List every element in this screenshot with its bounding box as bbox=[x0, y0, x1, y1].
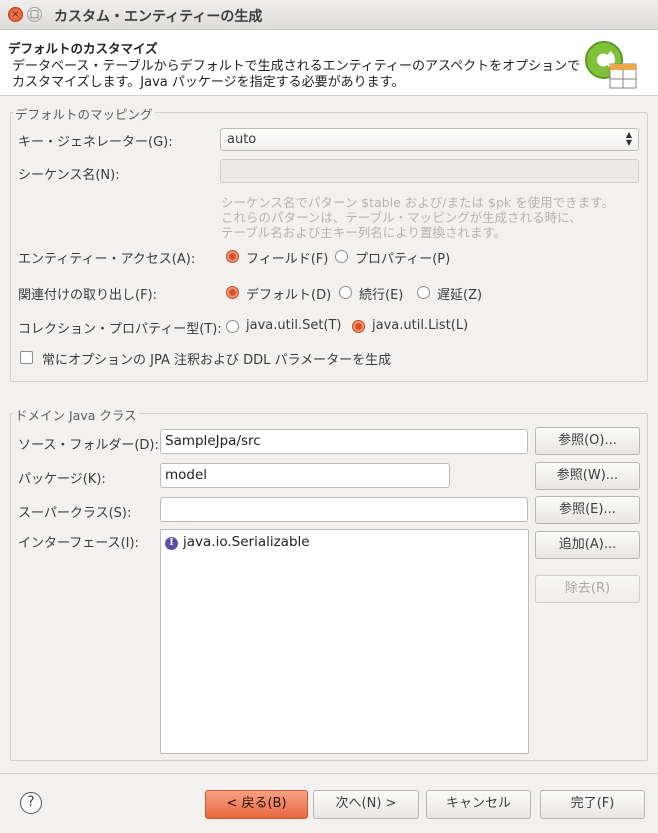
title-bar: × □ カスタム・エンティティーの生成 bbox=[0, 0, 658, 30]
banner-description: データベース・テーブルからデフォルトで生成されるエンティティーのアスペクトをオプ… bbox=[12, 59, 581, 90]
interfaces-list[interactable]: Ijava.io.Serializable bbox=[160, 529, 529, 754]
wizard-banner: デフォルトのカスタマイズ データベース・テーブルからデフォルトで生成されるエンテ… bbox=[0, 30, 658, 96]
source-folder-input[interactable]: SampleJpa/src bbox=[160, 429, 528, 454]
interface-name: java.io.Serializable bbox=[183, 534, 310, 550]
package-label: パッケージ(K): bbox=[18, 472, 106, 487]
close-window-button[interactable]: × bbox=[8, 7, 23, 22]
cancel-button[interactable]: キャンセル bbox=[426, 790, 531, 819]
default-mapping-group-label: デフォルトのマッピング bbox=[13, 104, 155, 123]
generate-optional-annotations-label: 常にオプションの JPA 注釈および DDL パラメーターを生成 bbox=[42, 353, 392, 368]
entity-access-field-label: フィールド(F) bbox=[246, 252, 329, 267]
footer-separator bbox=[0, 773, 658, 774]
interfaces-label: インターフェース(I): bbox=[18, 536, 139, 551]
list-item[interactable]: Ijava.io.Serializable bbox=[165, 534, 310, 550]
select-arrows-icon: ▲ ▼ bbox=[625, 130, 632, 147]
sequence-name-label: シーケンス名(N): bbox=[18, 168, 120, 183]
banner-title: デフォルトのカスタマイズ bbox=[8, 41, 158, 56]
sequence-hint-line-3: テーブル名および主キー列名により置換されます。 bbox=[221, 225, 507, 240]
entity-access-field-radio[interactable] bbox=[226, 250, 239, 263]
fetch-default-label: デフォルト(D) bbox=[246, 288, 332, 303]
entity-access-property-radio[interactable] bbox=[335, 250, 348, 263]
next-button[interactable]: 次へ(N) > bbox=[313, 790, 419, 819]
source-folder-browse-button[interactable]: 参照(O)... bbox=[535, 427, 640, 455]
collection-set-radio[interactable] bbox=[226, 320, 239, 333]
domain-java-class-group-label: ドメイン Java クラス bbox=[13, 405, 139, 424]
key-generator-value: auto bbox=[227, 132, 257, 147]
remove-interface-button[interactable]: 除去(R) bbox=[535, 575, 640, 603]
add-interface-button[interactable]: 追加(A)... bbox=[535, 531, 640, 559]
collection-list-radio[interactable] bbox=[352, 320, 365, 333]
collection-type-label: コレクション・プロパティー型(T): bbox=[18, 322, 222, 337]
window-title: カスタム・エンティティーの生成 bbox=[54, 9, 263, 25]
help-icon[interactable]: ? bbox=[20, 792, 42, 814]
fetch-eager-label: 続行(E) bbox=[359, 288, 404, 303]
sequence-name-input[interactable] bbox=[220, 159, 639, 183]
entity-access-label: エンティティー・アクセス(A): bbox=[18, 252, 196, 267]
collection-list-label: java.util.List(L) bbox=[372, 318, 469, 333]
interface-icon: I bbox=[165, 537, 178, 550]
superclass-browse-button[interactable]: 参照(E)... bbox=[535, 496, 640, 524]
fetch-eager-radio[interactable] bbox=[339, 286, 352, 299]
key-generator-select[interactable]: auto ▲ ▼ bbox=[220, 128, 639, 151]
default-mapping-group bbox=[10, 112, 648, 382]
association-fetch-label: 関連付けの取り出し(F): bbox=[18, 288, 158, 303]
superclass-label: スーパークラス(S): bbox=[18, 506, 132, 521]
entity-generation-logo-icon bbox=[585, 41, 637, 89]
superclass-input[interactable] bbox=[160, 497, 528, 522]
generate-optional-annotations-checkbox[interactable] bbox=[20, 351, 33, 364]
fetch-lazy-label: 遅延(Z) bbox=[437, 288, 483, 303]
finish-button[interactable]: 完了(F) bbox=[540, 790, 645, 819]
back-button[interactable]: < 戻る(B) bbox=[205, 790, 308, 819]
package-input[interactable]: model bbox=[160, 463, 450, 488]
collection-set-label: java.util.Set(T) bbox=[246, 318, 342, 333]
package-browse-button[interactable]: 参照(W)... bbox=[535, 462, 640, 490]
key-generator-label: キー・ジェネレーター(G): bbox=[18, 135, 173, 150]
source-folder-label: ソース・フォルダー(D): bbox=[18, 438, 159, 453]
entity-access-property-label: プロパティー(P) bbox=[355, 252, 451, 267]
fetch-default-radio[interactable] bbox=[226, 286, 239, 299]
fetch-lazy-radio[interactable] bbox=[417, 286, 430, 299]
maximize-window-button[interactable]: □ bbox=[27, 7, 42, 22]
